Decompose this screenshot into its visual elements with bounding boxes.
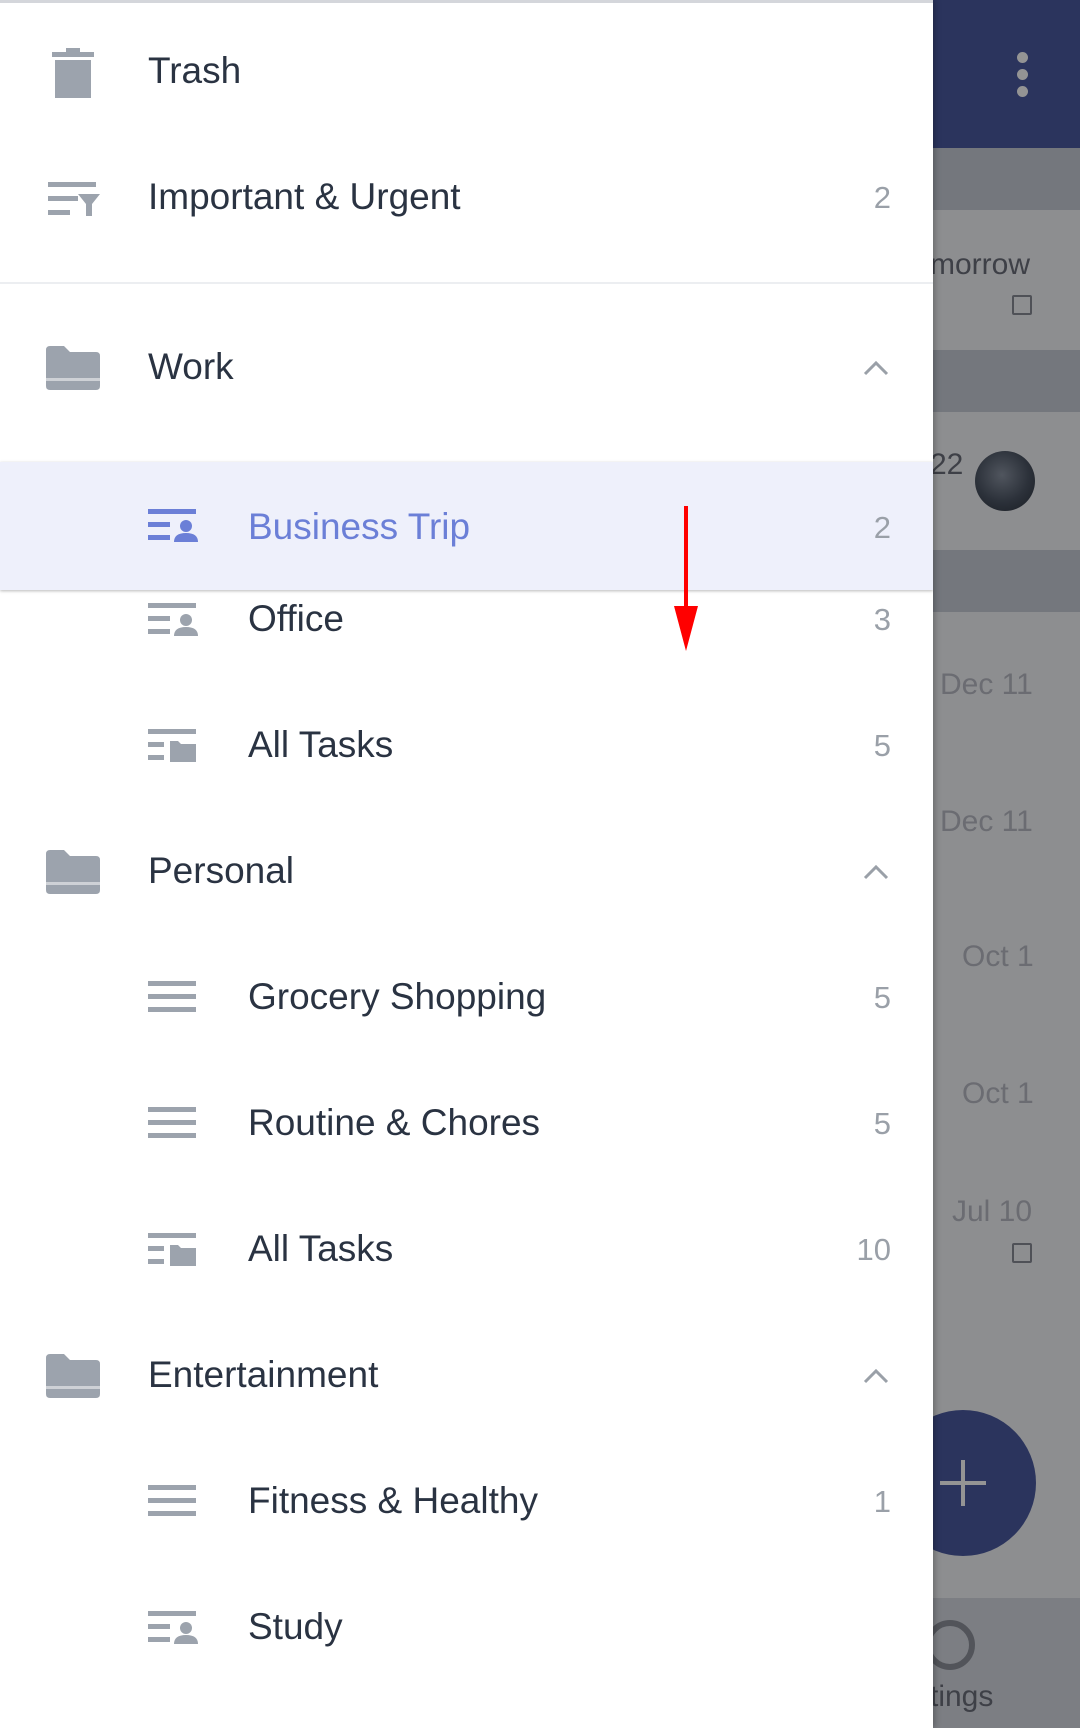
drag-down-arrow: [674, 506, 698, 651]
filter-list-icon: [48, 182, 100, 216]
list-label: Fitness & Healthy: [248, 1480, 538, 1521]
item-count: 5: [873, 1106, 891, 1141]
list-item-study[interactable]: Study: [0, 1578, 933, 1678]
all-tasks-icon: [148, 729, 196, 762]
all-tasks-icon: [148, 1233, 196, 1266]
group-personal[interactable]: Personal: [0, 822, 933, 922]
list-item-personal-all-tasks[interactable]: All Tasks 10: [0, 1200, 933, 1300]
shared-list-icon: [148, 509, 198, 542]
chevron-up-icon[interactable]: [862, 360, 890, 376]
list-label: Office: [248, 598, 344, 639]
folder-icon: [46, 1354, 100, 1398]
group-label: Personal: [148, 850, 295, 891]
item-count: 2: [873, 180, 891, 215]
group-entertainment[interactable]: Entertainment: [0, 1326, 933, 1426]
list-label: All Tasks: [248, 724, 394, 765]
group-label: Entertainment: [148, 1354, 379, 1395]
item-count: 3: [873, 602, 891, 637]
drawer-item-label: Trash: [148, 50, 242, 91]
divider: [0, 282, 933, 284]
drawer-item-trash[interactable]: Trash: [0, 22, 933, 122]
drawer-item-label: Important & Urgent: [148, 176, 461, 217]
chevron-up-icon[interactable]: [862, 1368, 890, 1384]
list-icon: [148, 1485, 196, 1516]
drawer-item-important[interactable]: Important & Urgent 2: [0, 148, 933, 248]
list-label: All Tasks: [248, 1228, 394, 1269]
group-work[interactable]: Work: [0, 318, 933, 418]
list-item-work-all-tasks[interactable]: All Tasks 5: [0, 696, 933, 796]
item-count: 5: [873, 728, 891, 763]
item-count: 10: [856, 1232, 891, 1267]
item-count: 5: [873, 980, 891, 1015]
status-divider: [0, 0, 933, 3]
list-label: Business Trip: [248, 506, 471, 547]
list-item-grocery-shopping[interactable]: Grocery Shopping 5: [0, 948, 933, 1048]
list-label: Study: [248, 1606, 343, 1647]
list-item-office[interactable]: Office 3: [0, 570, 933, 670]
chevron-up-icon[interactable]: [862, 864, 890, 880]
list-icon: [148, 981, 196, 1012]
folder-icon: [46, 850, 100, 894]
item-count: 2: [873, 510, 891, 545]
group-label: Work: [148, 346, 234, 387]
shared-list-icon: [148, 1611, 198, 1644]
trash-icon: [52, 48, 94, 98]
list-item-business-trip[interactable]: Business Trip 2: [0, 478, 933, 578]
navigation-drawer: Trash Important & Urgent 2 Work Business…: [0, 0, 933, 1728]
list-item-routine-chores[interactable]: Routine & Chores 5: [0, 1074, 933, 1174]
shared-list-icon: [148, 603, 198, 636]
list-item-fitness-healthy[interactable]: Fitness & Healthy 1: [0, 1452, 933, 1552]
list-icon: [148, 1107, 196, 1138]
list-label: Routine & Chores: [248, 1102, 541, 1143]
list-label: Grocery Shopping: [248, 976, 547, 1017]
item-count: 1: [873, 1484, 891, 1519]
folder-icon: [46, 346, 100, 390]
